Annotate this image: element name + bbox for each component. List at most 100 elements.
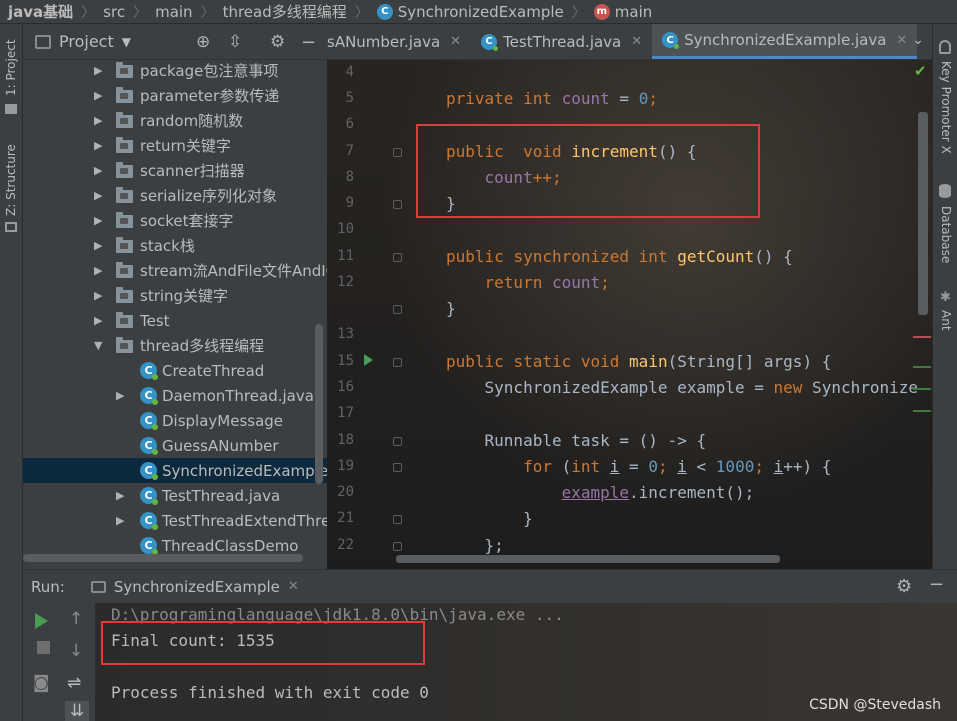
arrow-down-icon[interactable]: ↓ (69, 641, 83, 661)
chevron-right-icon[interactable]: ▶ (116, 389, 124, 402)
tree-class-item[interactable]: C GuessANumber (23, 433, 327, 458)
console-output[interactable]: D:\programinglanguage\jdk1.8.0\bin\java.… (95, 603, 957, 721)
fold-marker[interactable] (393, 148, 402, 157)
tree-class-item[interactable]: ▶ CTestThreadExtendThread (23, 508, 327, 533)
chevron-right-icon[interactable]: ▶ (94, 64, 102, 77)
run-gutter-icon[interactable] (364, 354, 373, 366)
tree-item-label: DaemonThread.java (162, 386, 314, 405)
code-editor[interactable]: 4 5 6 7 8 9 10 11 12 13 15 16 17 18 19 2… (327, 60, 932, 569)
fold-marker[interactable] (393, 515, 402, 524)
tree-folder-item[interactable]: ▶ scanner扫描器 (23, 158, 327, 183)
stop-icon[interactable] (37, 641, 50, 654)
breadcrumb-package[interactable]: thread多线程编程 (223, 1, 347, 22)
tree-folder-item[interactable]: ▶ return关键字 (23, 133, 327, 158)
tree-folder-item[interactable]: ▶ string关键字 (23, 283, 327, 308)
chevron-right-icon[interactable]: ▶ (94, 189, 102, 202)
scroll-to-end-icon[interactable]: ⇊ (65, 701, 89, 721)
fold-marker[interactable] (393, 542, 402, 551)
tree-class-item[interactable]: C DisplayMessage (23, 408, 327, 433)
fold-marker[interactable] (393, 305, 402, 314)
close-icon[interactable]: ✕ (450, 34, 461, 49)
camera-icon[interactable]: ◙ (33, 673, 50, 693)
chevron-right-icon[interactable]: ▶ (94, 239, 102, 252)
chevron-right-icon[interactable]: ▶ (94, 139, 102, 152)
project-vertical-scrollbar[interactable] (315, 324, 323, 484)
tree-folder-item[interactable]: ▶ stack栈 (23, 233, 327, 258)
tree-folder-item[interactable]: ▼ thread多线程编程 (23, 333, 327, 358)
run-tab[interactable]: SynchronizedExample ✕ (90, 578, 299, 596)
chevron-right-icon[interactable]: ▶ (94, 114, 102, 127)
tree-folder-item[interactable]: ▶ stream流AndFile文件AndIO (23, 258, 327, 283)
breadcrumb-class[interactable]: C SynchronizedExample (376, 2, 564, 21)
package-icon (116, 287, 133, 303)
tab-label: TestThread.java (503, 32, 622, 51)
tree-folder-item[interactable]: ▶ serialize序列化对象 (23, 183, 327, 208)
breadcrumb-project[interactable]: java基础 (8, 1, 73, 22)
line-number: 5 (345, 90, 354, 106)
chevron-down-icon[interactable]: ▼ (94, 339, 102, 352)
hide-panel-icon[interactable]: − (929, 574, 944, 595)
tab-label: SynchronizedExample.java (684, 31, 887, 49)
breadcrumb-src[interactable]: src (103, 3, 125, 21)
line-number: 10 (337, 221, 354, 237)
change-stripe-mark[interactable] (913, 388, 931, 390)
left-tool-stripe: 1: Project Z: Structure (0, 24, 23, 721)
project-tool-button[interactable]: 1: Project (4, 39, 18, 96)
error-stripe-mark[interactable] (913, 336, 931, 338)
chevron-right-icon[interactable]: ▶ (94, 289, 102, 302)
gear-icon[interactable]: ⚙ (270, 32, 285, 52)
tree-class-item[interactable]: ▶ C TestThread.java (23, 483, 327, 508)
tab-synchronizedexample[interactable]: C SynchronizedExample.java ✕ (652, 24, 918, 59)
project-horizontal-scrollbar[interactable] (23, 554, 303, 562)
tab-guessanumber[interactable]: sANumber.java ✕ (327, 24, 471, 59)
tree-class-item[interactable]: C CreateThread (23, 358, 327, 383)
soft-wrap-icon[interactable]: ⇌ (67, 673, 81, 693)
gear-icon[interactable]: ⚙ (896, 576, 912, 597)
breadcrumb-class-label: SynchronizedExample (397, 2, 564, 21)
tab-testthread[interactable]: C TestThread.java ✕ (471, 24, 652, 59)
ant-tool-button[interactable]: Ant (939, 310, 953, 331)
chevron-right-icon[interactable]: ▶ (116, 489, 124, 502)
database-tool-button[interactable]: Database (939, 206, 953, 263)
chevron-right-icon[interactable]: ▶ (94, 164, 102, 177)
project-view-selector[interactable]: Project (59, 32, 114, 51)
fold-marker[interactable] (393, 358, 402, 367)
tree-folder-item[interactable]: ▶ parameter参数传递 (23, 83, 327, 108)
chevron-right-icon[interactable]: ▶ (116, 514, 124, 527)
change-stripe-mark[interactable] (913, 410, 931, 412)
tree-folder-item[interactable]: ▶ package包注意事项 (23, 58, 327, 83)
collapse-all-icon[interactable]: ⇳ (228, 32, 242, 52)
editor-vertical-scrollbar[interactable] (918, 112, 928, 315)
chevron-right-icon[interactable]: ▶ (94, 314, 102, 327)
hide-panel-icon[interactable]: − (301, 32, 316, 53)
fold-marker[interactable] (393, 200, 402, 209)
close-icon[interactable]: ✕ (896, 33, 907, 48)
editor-horizontal-scrollbar[interactable] (396, 555, 780, 563)
fold-marker[interactable] (393, 437, 402, 446)
code-line: for (int i = 0; i < 1000; i++) { (523, 457, 832, 476)
breadcrumb-method[interactable]: m main (593, 3, 652, 21)
close-icon[interactable]: ✕ (631, 34, 642, 49)
tree-class-item[interactable]: ▶ C DaemonThread.java (23, 383, 327, 408)
breadcrumb-main[interactable]: main (155, 3, 192, 21)
tree-folder-item[interactable]: ▶ socket套接字 (23, 208, 327, 233)
fold-marker[interactable] (393, 463, 402, 472)
chevron-right-icon[interactable]: ▶ (94, 89, 102, 102)
structure-tool-button[interactable]: Z: Structure (4, 144, 18, 216)
chevron-down-icon[interactable]: ▼ (122, 35, 131, 49)
locate-icon[interactable]: ⊕ (196, 32, 210, 52)
tree-class-item[interactable]: C SynchronizedExample (23, 458, 327, 483)
chevron-right-icon[interactable]: ▶ (94, 214, 102, 227)
close-icon[interactable]: ✕ (288, 579, 299, 594)
tree-folder-item[interactable]: ▶ random随机数 (23, 108, 327, 133)
rerun-icon[interactable] (35, 613, 48, 629)
keyword: public (446, 247, 504, 266)
chevron-down-icon[interactable]: ⌄ (912, 32, 924, 48)
tree-folder-item[interactable]: ▶ Test (23, 308, 327, 333)
line-number: 13 (337, 326, 354, 342)
change-stripe-mark[interactable] (913, 366, 931, 368)
key-promoter-tool-button[interactable]: Key Promoter X (939, 61, 953, 154)
chevron-right-icon[interactable]: ▶ (94, 264, 102, 277)
fold-marker[interactable] (393, 253, 402, 262)
arrow-up-icon[interactable]: ↑ (69, 609, 83, 629)
